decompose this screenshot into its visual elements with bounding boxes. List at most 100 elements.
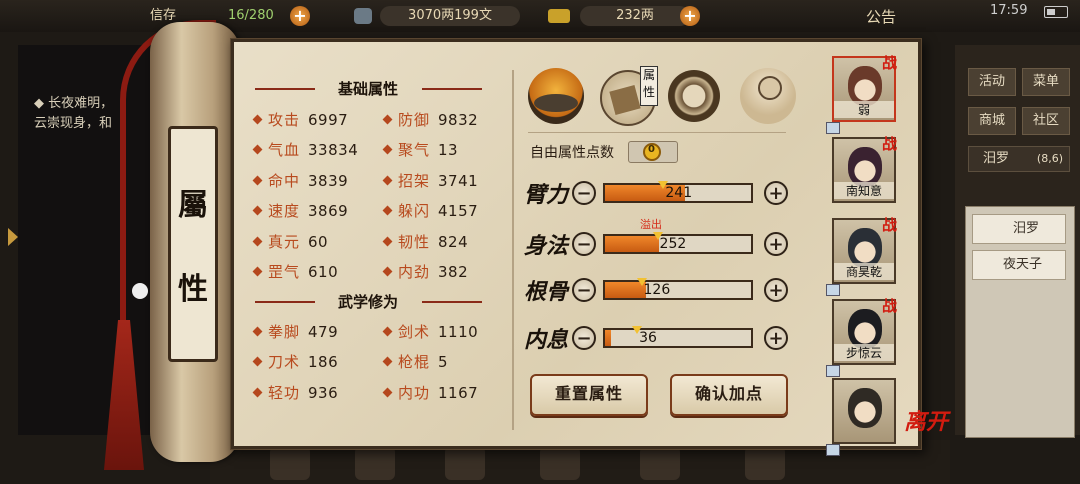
party-member-name: 南知意 <box>834 182 894 199</box>
stat-label: 剑术 <box>398 323 431 341</box>
decrease-button[interactable]: − <box>572 326 596 350</box>
toolbar-slot[interactable] <box>540 446 580 480</box>
stat-label: 刀术 <box>268 353 301 372</box>
map-list-item-label: 汨罗 <box>1013 221 1040 236</box>
diamond-icon <box>382 266 393 277</box>
meridian-body-tab-icon[interactable] <box>740 68 796 124</box>
toolbar-slot[interactable] <box>445 446 485 480</box>
shop-button[interactable]: 商城 <box>968 107 1016 135</box>
stat-value: 186 <box>308 353 339 372</box>
stat-row: 轻功 936 <box>250 381 338 405</box>
map-list-item-label: 夜天子 <box>1003 257 1043 272</box>
martial-header: 武学修为 <box>337 293 398 311</box>
attribute-name: 臂力 <box>524 182 569 208</box>
stat-row: 气血 33834 <box>250 138 358 162</box>
in-battle-tag: 战 <box>882 135 898 153</box>
diamond-icon <box>252 175 263 186</box>
menu-button[interactable]: 菜单 <box>1022 68 1070 96</box>
stat-row: 聚气 13 <box>380 138 458 162</box>
status-flag-icon <box>826 284 840 296</box>
party-member-name: 弱 <box>834 101 894 118</box>
stat-row: 速度 3869 <box>250 199 348 223</box>
increase-button[interactable]: + <box>764 181 788 205</box>
add-slots-button[interactable]: + <box>290 6 310 26</box>
status-flag-icon <box>826 122 840 134</box>
gold-ingot-icon <box>548 9 570 23</box>
diamond-icon <box>382 144 393 155</box>
decrease-button[interactable]: − <box>572 278 596 302</box>
notice-button[interactable]: 公告 <box>866 6 896 27</box>
stat-value: 3869 <box>308 202 349 221</box>
scroll-document-icon <box>609 85 641 115</box>
diamond-icon <box>252 205 263 216</box>
in-battle-tag: 战 <box>882 54 898 72</box>
diamond-icon <box>252 387 263 398</box>
character-face-icon <box>848 66 882 106</box>
stat-label: 速度 <box>268 202 301 221</box>
attribute-name: 根骨 <box>524 279 569 305</box>
bagua-tab-icon[interactable] <box>668 70 720 122</box>
toolbar-slot[interactable] <box>640 446 680 480</box>
party-portrait[interactable] <box>832 378 896 444</box>
confirm-points-button[interactable]: 确认加点 <box>670 374 788 416</box>
stat-label: 内劲 <box>398 263 431 281</box>
party-member-name: 步惊云 <box>834 344 894 361</box>
attribute-bar: 126 <box>603 278 753 300</box>
increase-button[interactable]: + <box>764 326 788 350</box>
decrease-button[interactable]: − <box>572 232 596 256</box>
location-row[interactable]: 汨罗 (8,6) <box>968 146 1070 172</box>
stat-row: 真元 60 <box>250 230 328 254</box>
clock: 17:59 <box>990 3 1028 18</box>
diamond-icon <box>382 356 393 367</box>
stat-row: 拳脚 479 <box>250 320 338 344</box>
stat-row: 招架 3741 <box>380 169 478 193</box>
increase-button[interactable]: + <box>764 232 788 256</box>
character-avatar-tab-icon[interactable] <box>528 68 584 124</box>
stat-label: 枪棍 <box>398 353 431 372</box>
community-button[interactable]: 社区 <box>1022 107 1070 135</box>
diamond-icon <box>252 236 263 247</box>
diamond-icon <box>252 326 263 337</box>
stat-value: 6997 <box>308 111 349 129</box>
diamond-icon <box>382 387 393 398</box>
toolbar-slot[interactable] <box>355 446 395 480</box>
stat-value: 479 <box>308 323 339 341</box>
diamond-icon <box>252 356 263 367</box>
diamond-icon <box>382 326 393 337</box>
story-line-2: 云崇现身，和 <box>34 116 113 131</box>
diamond-icon <box>382 114 393 125</box>
map-list-item[interactable]: 夜天子 <box>972 250 1066 280</box>
leave-button[interactable]: 离开 <box>904 404 948 436</box>
attribute-value: 241 <box>665 185 693 201</box>
map-list-item[interactable]: 汨罗 <box>972 214 1066 244</box>
activity-button[interactable]: 活动 <box>968 68 1016 96</box>
stat-value: 9832 <box>438 111 479 129</box>
stat-label: 防御 <box>398 111 431 129</box>
stat-label: 罡气 <box>268 263 301 281</box>
character-face-icon <box>848 147 882 187</box>
expand-arrow-icon[interactable] <box>8 228 18 246</box>
diamond-icon <box>252 144 263 155</box>
toolbar-slot[interactable] <box>745 446 785 480</box>
header-ornament <box>255 88 315 90</box>
overflow-label: 溢出 <box>640 218 662 231</box>
tassel-bead <box>132 283 148 299</box>
decrease-button[interactable]: − <box>572 181 596 205</box>
inventory-count: 16/280 <box>228 8 274 23</box>
scroll-title: 屬 性 <box>168 126 218 362</box>
attribute-name: 身法 <box>524 233 569 259</box>
header-ornament <box>422 301 482 303</box>
stat-row: 内功 1167 <box>380 381 478 405</box>
stat-label: 内功 <box>398 383 431 402</box>
toolbar-slot[interactable] <box>270 446 310 480</box>
add-gold-button[interactable]: + <box>680 6 700 26</box>
reset-attributes-button[interactable]: 重置属性 <box>530 374 648 416</box>
increase-button[interactable]: + <box>764 278 788 302</box>
attribute-name: 内息 <box>524 327 569 353</box>
stat-label: 轻功 <box>268 383 301 402</box>
scroll-title-top: 屬 <box>178 188 208 223</box>
attribute-value: 36 <box>639 330 657 346</box>
header-ornament <box>422 88 482 90</box>
stat-label: 韧性 <box>398 232 431 251</box>
battery-icon <box>1044 6 1068 18</box>
